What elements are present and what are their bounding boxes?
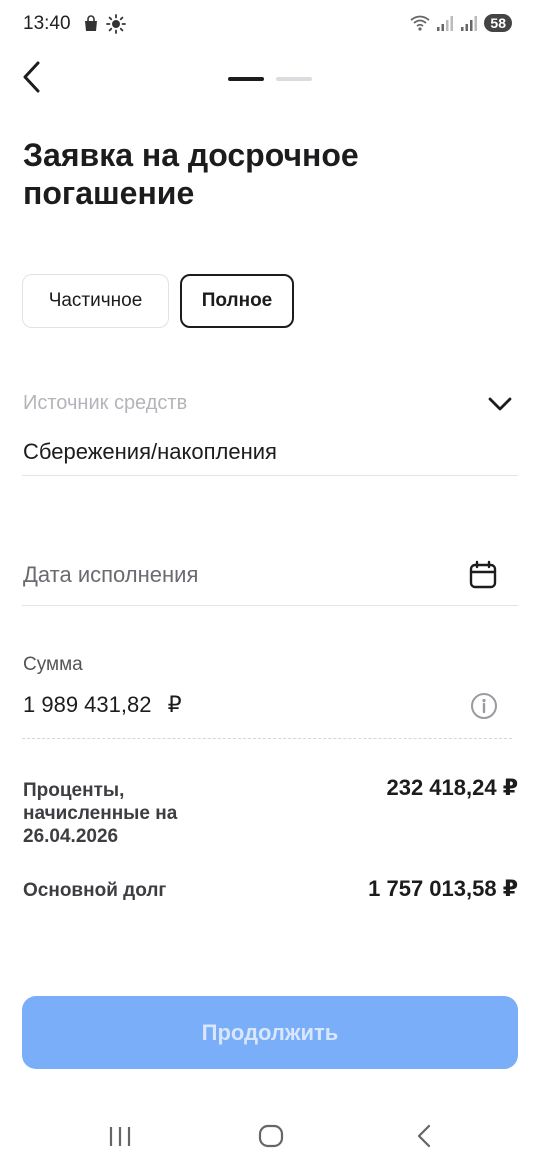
- step-indicator-inactive: [276, 77, 312, 81]
- dashed-divider: [22, 738, 512, 739]
- chevron-down-icon: [488, 397, 512, 411]
- status-icons-left: [82, 14, 126, 34]
- battery-indicator: 58: [484, 14, 512, 32]
- chevron-left-icon: [23, 61, 40, 93]
- step-indicator-active: [228, 77, 264, 81]
- page-title: Заявка на досрочное погашение: [23, 137, 359, 211]
- continue-button[interactable]: Продолжить: [22, 996, 518, 1069]
- amount-info-button[interactable]: [470, 692, 498, 720]
- status-icons-right: 58: [410, 14, 512, 32]
- amount-value: 1 989 431,82 ₽: [23, 692, 182, 718]
- divider: [22, 475, 518, 476]
- info-icon: [471, 693, 497, 719]
- back-button[interactable]: [20, 58, 48, 96]
- back-icon: [417, 1124, 431, 1148]
- source-label: Источник средств: [23, 392, 188, 414]
- amount-currency: ₽: [167, 692, 182, 717]
- principal-label: Основной долг: [23, 880, 167, 901]
- system-back-button[interactable]: [410, 1118, 438, 1159]
- wifi-icon: [410, 15, 430, 31]
- interest-value: 232 418,24 ₽: [386, 775, 518, 800]
- execution-date-field[interactable]: Дата исполнения: [22, 550, 518, 600]
- interest-label: Проценты, начисленные на 26.04.2026: [23, 780, 178, 847]
- shopping-bag-icon: [85, 15, 97, 31]
- principal-value: 1 757 013,58 ₽: [368, 876, 518, 901]
- signal-icon: [437, 16, 454, 31]
- calendar-icon[interactable]: [468, 560, 498, 590]
- option-full[interactable]: Полное: [180, 274, 294, 328]
- sun-icon: [106, 14, 126, 34]
- amount-number: 1 989 431,82: [23, 692, 152, 717]
- option-partial[interactable]: Частичное: [22, 274, 169, 328]
- recent-apps-button[interactable]: [106, 1118, 134, 1159]
- execution-date-placeholder: Дата исполнения: [23, 562, 199, 587]
- signal-icon: [461, 16, 478, 31]
- home-button[interactable]: [256, 1118, 286, 1159]
- source-value[interactable]: Сбережения/накопления: [23, 439, 277, 465]
- source-dropdown-toggle[interactable]: [484, 390, 516, 418]
- status-time: 13:40: [23, 13, 71, 34]
- home-icon: [258, 1124, 284, 1148]
- divider: [22, 605, 518, 606]
- recent-apps-icon: [109, 1127, 131, 1146]
- amount-label: Сумма: [23, 654, 83, 675]
